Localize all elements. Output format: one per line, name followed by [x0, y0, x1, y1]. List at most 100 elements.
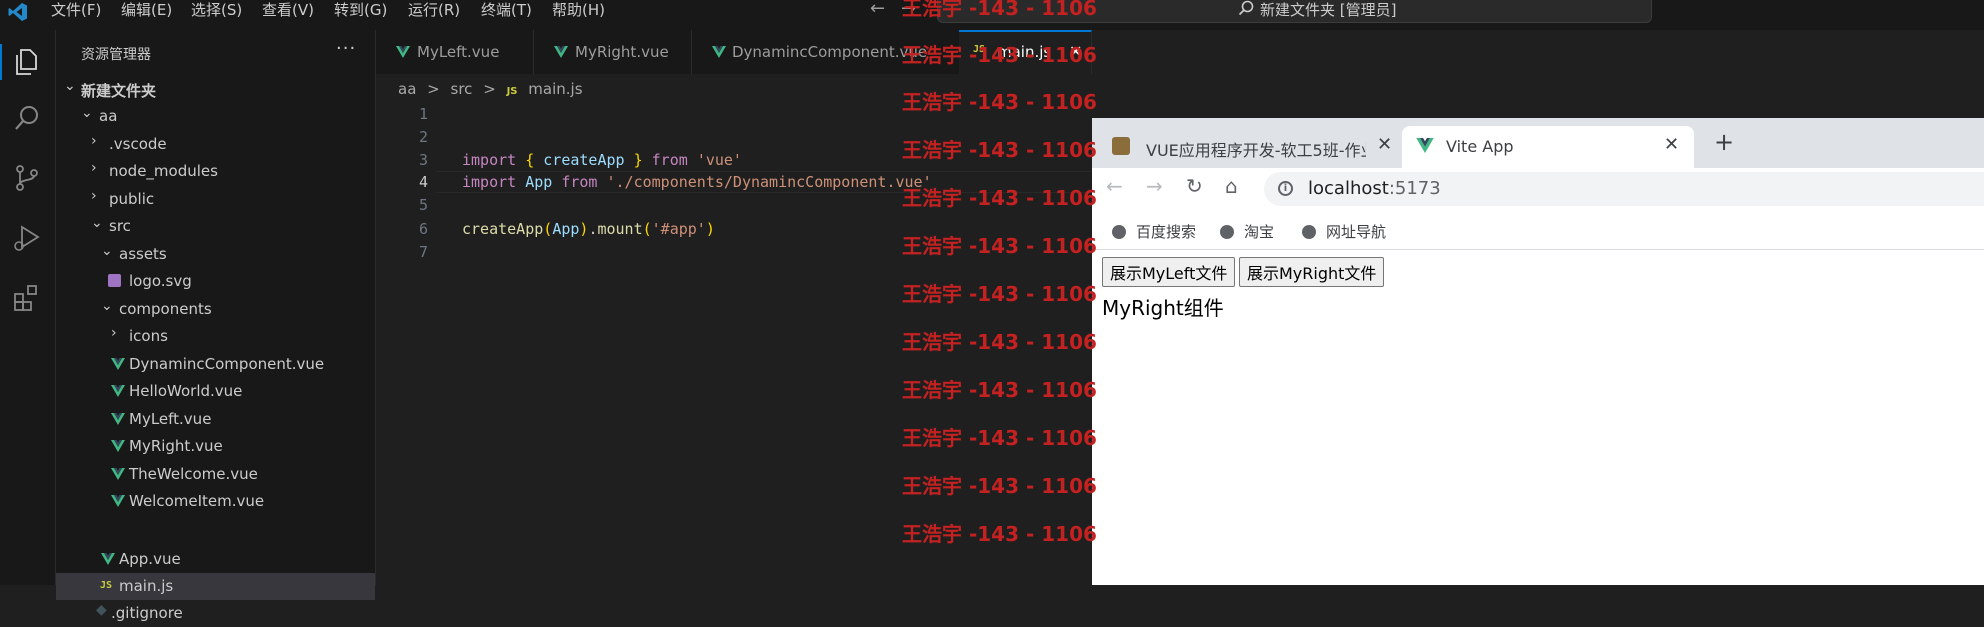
search-icon — [1238, 0, 1254, 16]
browser-tab-strip: VUE应用程序开发-软工5班-作业 ✕ Vite App ✕ + — [1092, 118, 1984, 168]
new-tab-button[interactable]: + — [1714, 128, 1734, 156]
breadcrumb-separator-icon: > — [483, 80, 496, 98]
chevron-right-icon: › — [91, 133, 97, 149]
breadcrumb-aa[interactable]: aa — [398, 80, 416, 98]
vue-file-icon — [111, 413, 125, 425]
tree-folder-assets[interactable]: ⌄ assets — [56, 241, 375, 268]
code-token: ( — [543, 220, 553, 238]
tree-folder-components[interactable]: ⌄ components — [56, 296, 375, 323]
vue-file-icon — [111, 440, 125, 452]
menu-edit[interactable]: 编辑(E) — [121, 0, 172, 20]
tree-folder-node-modules[interactable]: › node_modules — [56, 158, 375, 185]
code-token: import — [462, 151, 517, 169]
code-token: } — [633, 151, 643, 169]
tree-folder-aa[interactable]: ⌄ aa — [56, 103, 375, 130]
menu-go[interactable]: 转到(G) — [334, 0, 387, 20]
tab-myleft-vue[interactable]: MyLeft.vue — [376, 30, 534, 74]
line-number: 4 — [418, 173, 428, 191]
menu-terminal[interactable]: 终端(T) — [481, 0, 532, 20]
tree-file-welcome-item[interactable]: WelcomeItem.vue — [56, 488, 375, 515]
git-file-icon: ◆ — [96, 602, 107, 618]
tree-file-hello-world[interactable]: HelloWorld.vue — [56, 378, 375, 405]
menu-file[interactable]: 文件(F) — [51, 0, 101, 20]
menu-selection[interactable]: 选择(S) — [191, 0, 242, 20]
extensions-icon[interactable] — [12, 283, 42, 313]
back-arrow-icon[interactable]: ← — [870, 0, 885, 19]
tree-folder-root[interactable]: ⌄ 新建文件夹 — [56, 76, 375, 103]
explorer-icon[interactable] — [12, 47, 42, 77]
show-myright-button[interactable]: 展示MyRight文件 — [1239, 257, 1385, 287]
globe-icon — [1220, 225, 1234, 239]
bookmark-nav[interactable]: 网址导航 — [1302, 221, 1386, 242]
menu-view[interactable]: 查看(V) — [262, 0, 314, 20]
code-token: ) — [705, 220, 715, 238]
back-arrow-icon[interactable]: ← — [1106, 174, 1123, 198]
forward-arrow-icon[interactable]: → — [1146, 174, 1163, 198]
watermark: 王浩宇 -143 - 1106 — [902, 138, 1097, 162]
tree-file-my-right[interactable]: MyRight.vue — [56, 433, 375, 460]
vue-file-icon — [396, 46, 410, 58]
globe-icon — [1302, 225, 1316, 239]
code-token: ( — [642, 220, 652, 238]
code-token: './components/DynamincComponent.vue' — [606, 173, 932, 191]
line-number: 3 — [418, 151, 428, 169]
address-bar[interactable]: i localhost:5173 — [1264, 172, 1984, 206]
bookmark-label: 淘宝 — [1244, 223, 1275, 241]
chevron-right-icon: › — [111, 325, 117, 341]
vue-file-icon — [712, 46, 726, 58]
reload-icon[interactable]: ↻ — [1186, 174, 1203, 198]
more-actions-icon[interactable]: ··· — [336, 38, 356, 59]
bookmark-baidu[interactable]: 百度搜索 — [1112, 221, 1196, 242]
breadcrumb-src[interactable]: src — [451, 80, 473, 98]
watermark: 王浩宇 -143 - 1106 — [902, 282, 1097, 306]
watermark: 王浩宇 -143 - 1106 — [902, 330, 1097, 354]
bookmark-taobao[interactable]: 淘宝 — [1220, 221, 1274, 242]
breadcrumb-separator-icon: > — [427, 80, 440, 98]
breadcrumb-main-js[interactable]: main.js — [528, 80, 582, 98]
tree-folder-icons[interactable]: › icons — [56, 323, 375, 350]
tree-folder-vscode[interactable]: › .vscode — [56, 131, 375, 158]
browser-tab-course[interactable]: VUE应用程序开发-软工5班-作业 ✕ — [1100, 126, 1400, 168]
active-indicator — [0, 44, 2, 80]
tree-file-the-welcome[interactable]: TheWelcome.vue — [56, 461, 375, 488]
vue-file-icon — [111, 358, 125, 370]
watermark: 王浩宇 -143 - 1106 — [902, 522, 1097, 546]
js-file-icon: JS — [506, 86, 518, 97]
tree-file-dynamic-component[interactable]: DynamincComponent.vue — [56, 351, 375, 378]
code-token: from — [651, 151, 688, 169]
home-icon[interactable]: ⌂ — [1225, 174, 1238, 198]
watermark: 王浩宇 -143 - 1106 — [902, 378, 1097, 402]
tree-file-main-js[interactable]: JS main.js — [56, 573, 375, 600]
menu-run[interactable]: 运行(R) — [408, 0, 460, 20]
tab-myright-vue[interactable]: MyRight.vue — [534, 30, 692, 74]
code-token: createApp — [543, 151, 625, 169]
browser-toolbar: ← → ↻ ⌂ i localhost:5173 — [1092, 168, 1984, 210]
vue-file-icon — [111, 495, 125, 507]
explorer-title: 资源管理器 — [81, 47, 151, 63]
tree-folder-public[interactable]: › public — [56, 186, 375, 213]
watermark: 王浩宇 -143 - 1106 — [902, 474, 1097, 498]
source-control-icon[interactable] — [12, 163, 42, 193]
tree-file-gitignore[interactable]: ◆ .gitignore — [56, 600, 375, 627]
tree-file-app-vue[interactable]: App.vue — [56, 546, 375, 573]
close-tab-icon[interactable]: ✕ — [1377, 134, 1392, 155]
browser-tab-vite-app[interactable]: Vite App ✕ — [1402, 126, 1694, 168]
tree-file-logo-svg[interactable]: logo.svg — [56, 268, 375, 295]
code-token: 'vue' — [696, 151, 742, 169]
line-number: 5 — [418, 196, 428, 214]
close-tab-icon[interactable]: ✕ — [1664, 134, 1679, 155]
line-number: 6 — [418, 220, 428, 238]
menu-help[interactable]: 帮助(H) — [552, 0, 605, 20]
bookmark-label: 网址导航 — [1326, 223, 1387, 241]
chevron-down-icon: ⌄ — [91, 215, 103, 231]
search-icon[interactable] — [12, 103, 42, 133]
run-debug-icon[interactable] — [12, 223, 42, 253]
watermark: 王浩宇 -143 - 1106 — [902, 0, 1097, 20]
watermark: 王浩宇 -143 - 1106 — [902, 43, 1097, 67]
chevron-right-icon: › — [91, 188, 97, 204]
site-info-icon[interactable]: i — [1278, 181, 1293, 196]
show-myleft-button[interactable]: 展示MyLeft文件 — [1102, 257, 1236, 287]
vue-file-icon — [111, 468, 125, 480]
tree-file-my-left[interactable]: MyLeft.vue — [56, 406, 375, 433]
tree-folder-src[interactable]: ⌄ src — [56, 213, 375, 240]
